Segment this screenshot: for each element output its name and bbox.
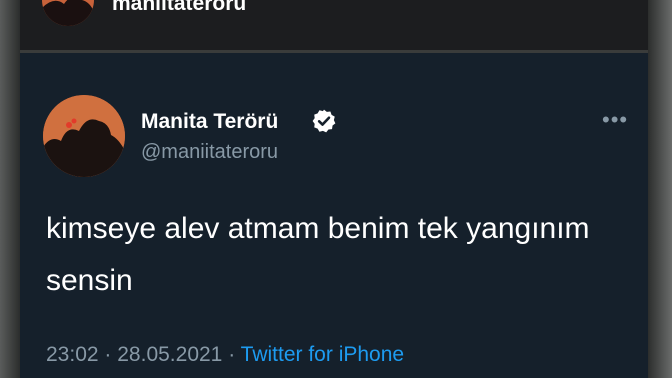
- post-header: maniitateroru: [20, 0, 648, 50]
- tweet-time: 23:02: [46, 343, 99, 366]
- display-name[interactable]: Manita Terörü: [141, 110, 278, 134]
- more-options-icon[interactable]: •••: [602, 109, 628, 131]
- tweet-meta: 23:02 · 28.05.2021 · Twitter for iPhone: [46, 343, 404, 367]
- background-edge-right: [648, 0, 672, 378]
- user-handle[interactable]: @maniitateroru: [141, 141, 278, 164]
- tweet-card: Manita Terörü @maniitateroru ••• kimseye…: [20, 53, 648, 378]
- verified-badge-icon: [311, 108, 337, 134]
- header-username[interactable]: maniitateroru: [112, 0, 246, 16]
- meta-separator: ·: [104, 343, 112, 366]
- tweet-date: 28.05.2021: [117, 343, 223, 366]
- profile-avatar[interactable]: [43, 95, 125, 177]
- tweet-text: kimseye alev atmam benim tek yangınım se…: [46, 212, 590, 297]
- meta-separator: ·: [228, 343, 236, 366]
- background-edge-left: [0, 0, 20, 378]
- header-avatar[interactable]: [42, 0, 94, 26]
- tweet-source-link[interactable]: Twitter for iPhone: [241, 343, 404, 366]
